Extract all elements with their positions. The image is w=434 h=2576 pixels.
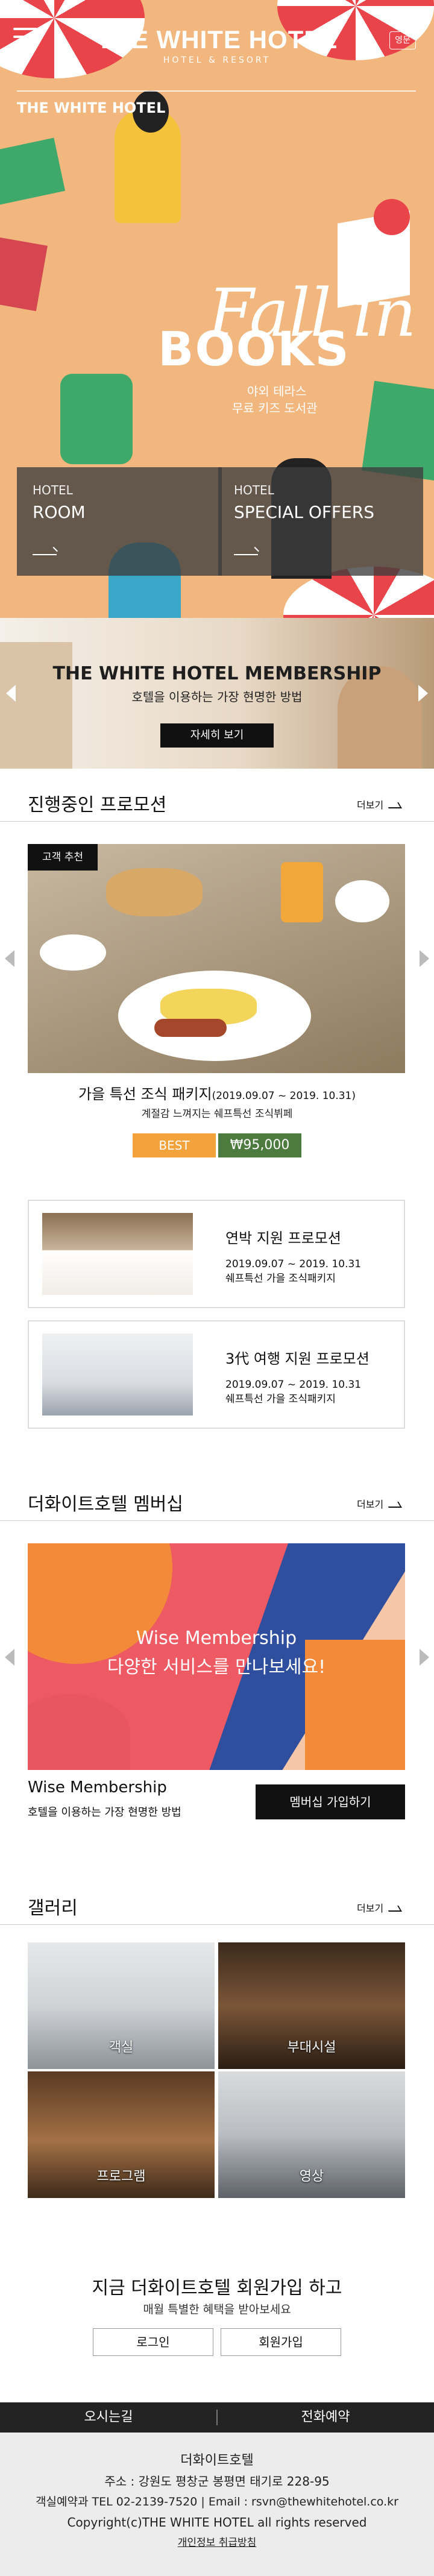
book-stack-illustration — [0, 137, 66, 206]
gallery-title: 갤러리 — [28, 1898, 78, 1919]
hero-subtitle: 무료 키즈 도서관 — [232, 401, 318, 415]
hero-tag: THE WHITE HOTEL — [17, 99, 166, 116]
bedroom-image — [42, 1213, 193, 1295]
arrow-right-icon — [234, 554, 258, 555]
membership-banner-title: THE WHITE HOTEL MEMBERSHIP — [52, 663, 382, 684]
top-bar: THE WHITE HOTEL HOTEL & RESORT 영문 — [0, 0, 434, 72]
recommend-badge: 고객 추천 — [28, 844, 98, 871]
divider — [0, 1520, 434, 1521]
gallery-label: 부대시설 — [287, 2040, 336, 2055]
membership-title: 더화이트호텔 멤버십 — [28, 1494, 183, 1515]
room-card[interactable]: HOTEL ROOM — [17, 467, 222, 576]
family-image — [42, 1334, 193, 1416]
logo-main: THE WHITE HOTEL — [96, 25, 338, 54]
join-membership-button[interactable]: 멤버십 가입하기 — [256, 1784, 405, 1819]
promo-card-title: 연박 지원 프로모션 — [225, 1230, 341, 1247]
hamburger-menu-icon[interactable] — [13, 28, 37, 48]
gallery-label: 객실 — [108, 2040, 134, 2055]
join-title: 지금 더화이트호텔 회원가입 하고 — [92, 2278, 342, 2299]
book-stack-illustration — [0, 237, 48, 312]
login-button[interactable]: 로그인 — [93, 2328, 213, 2356]
divider — [0, 1924, 434, 1925]
divider — [17, 90, 416, 92]
promo-card-period: 2019.09.07 ~ 2019. 10.31 — [225, 1258, 362, 1270]
promo-card[interactable]: 3代 여행 지원 프로모션 2019.09.07 ~ 2019. 10.31 쉐프… — [28, 1320, 405, 1429]
best-badge: BEST — [133, 1133, 216, 1157]
promo-description: 계절감 느껴지는 쉐프특선 조식뷔페 — [141, 1108, 293, 1120]
promo-card-desc: 쉐프특선 가을 조식패키지 — [225, 1273, 336, 1285]
special-offers-card[interactable]: HOTEL SPECIAL OFFERS — [218, 467, 423, 576]
gallery-item-video[interactable]: 영상 — [218, 2071, 405, 2198]
breakfast-image[interactable] — [28, 844, 405, 1073]
footer-bar: 오시는길 전화예약 — [0, 2402, 434, 2433]
price-badge: ₩95,000 — [218, 1133, 301, 1157]
arrow-right-icon — [33, 554, 57, 555]
footer-hotel-name: 더화이트호텔 — [180, 2453, 254, 2468]
divider — [0, 821, 434, 822]
prev-arrow-icon[interactable] — [5, 1649, 14, 1666]
footer-info: 더화이트호텔 주소 : 강원도 평창군 봉평면 태기로 228-95 객실예약과… — [0, 2433, 434, 2576]
cup-illustration — [335, 880, 389, 922]
next-arrow-icon[interactable] — [420, 950, 429, 967]
sausage-illustration — [154, 1019, 227, 1037]
promo-card-details: 2019.09.07 ~ 2019. 10.31 쉐프특선 가을 조식패키지 — [225, 1378, 361, 1406]
privacy-policy-link[interactable]: 개인정보 취급방침 — [0, 2533, 434, 2553]
wise-membership-name: Wise Membership — [28, 1778, 167, 1797]
promotions-title: 진행중인 프로모션 — [28, 795, 167, 816]
directions-link[interactable]: 오시는길 — [0, 2402, 217, 2433]
promo-card-period: 2019.09.07 ~ 2019. 10.31 — [225, 1379, 362, 1391]
gallery-item-program[interactable]: 프로그램 — [28, 2071, 215, 2198]
promo-card-desc: 쉐프특선 가을 조식패키지 — [225, 1393, 336, 1405]
door-image — [0, 642, 72, 769]
promo-card-details: 2019.09.07 ~ 2019. 10.31 쉐프특선 가을 조식패키지 — [225, 1257, 361, 1286]
gallery-label: 프로그램 — [96, 2169, 146, 2184]
promo-card[interactable]: 연박 지원 프로모션 2019.09.07 ~ 2019. 10.31 쉐프특선 … — [28, 1200, 405, 1308]
decor-shape — [28, 1694, 130, 1770]
bowl-illustration — [40, 934, 106, 971]
language-button[interactable]: 영문 — [389, 31, 416, 49]
gallery-item-facilities[interactable]: 부대시설 — [218, 1942, 405, 2069]
person-illustration — [60, 374, 133, 464]
footer-address: 주소 : 강원도 평창군 봉평면 태기로 228-95 — [104, 2474, 330, 2489]
painter-illustration — [374, 199, 410, 235]
card-title: ROOM — [33, 502, 86, 522]
footer-copyright: Copyright(c)THE WHITE HOTEL all rights r… — [67, 2515, 367, 2530]
book-stack-illustration — [362, 380, 434, 482]
gallery-label: 영상 — [299, 2169, 324, 2184]
logo-sub: HOTEL & RESORT — [163, 55, 271, 65]
promo-name: 가을 특선 조식 패키지(2019.09.07 ~ 2019. 10.31) — [0, 1082, 434, 1103]
membership-more-link[interactable]: 더보기 — [357, 1496, 400, 1511]
gallery-item-room[interactable]: 객실 — [28, 1942, 215, 2069]
juice-illustration — [281, 862, 323, 922]
footer-contact: 객실예약과 TEL 02-2139-7520 | Email : rsvn@th… — [36, 2495, 398, 2508]
card-small-label: HOTEL — [33, 483, 73, 497]
signup-button[interactable]: 회원가입 — [221, 2328, 341, 2356]
card-small-label: HOTEL — [234, 483, 274, 497]
membership-banner-subtitle: 호텔을 이용하는 가장 현명한 방법 — [131, 690, 303, 704]
phone-reservation-link[interactable]: 전화예약 — [217, 2402, 434, 2433]
wise-banner-line2: 다양한 서비스를 만나보세요! — [107, 1657, 326, 1678]
promo-card-title: 3代 여행 지원 프로모션 — [225, 1350, 370, 1367]
bread-basket-illustration — [106, 868, 203, 916]
hero-books-text: BOOKS — [158, 323, 350, 377]
card-title: SPECIAL OFFERS — [234, 502, 374, 522]
gallery-more-link[interactable]: 더보기 — [357, 1900, 400, 1915]
hero-subtitle: 야외 테라스 — [247, 384, 307, 398]
promo-period: (2019.09.07 ~ 2019. 10.31) — [212, 1090, 356, 1102]
view-details-button[interactable]: 자세히 보기 — [160, 723, 274, 748]
promo-name-text: 가을 특선 조식 패키지 — [78, 1086, 212, 1103]
next-arrow-icon[interactable] — [420, 1649, 429, 1666]
prev-arrow-icon[interactable] — [5, 950, 14, 967]
wise-membership-desc: 호텔을 이용하는 가장 현명한 방법 — [28, 1806, 181, 1819]
join-subtitle: 매월 특별한 혜택을 받아보세요 — [143, 2303, 291, 2316]
logo[interactable]: THE WHITE HOTEL HOTEL & RESORT — [96, 25, 338, 65]
wise-banner-line1: Wise Membership — [136, 1628, 297, 1649]
promotions-more-link[interactable]: 더보기 — [357, 797, 400, 811]
